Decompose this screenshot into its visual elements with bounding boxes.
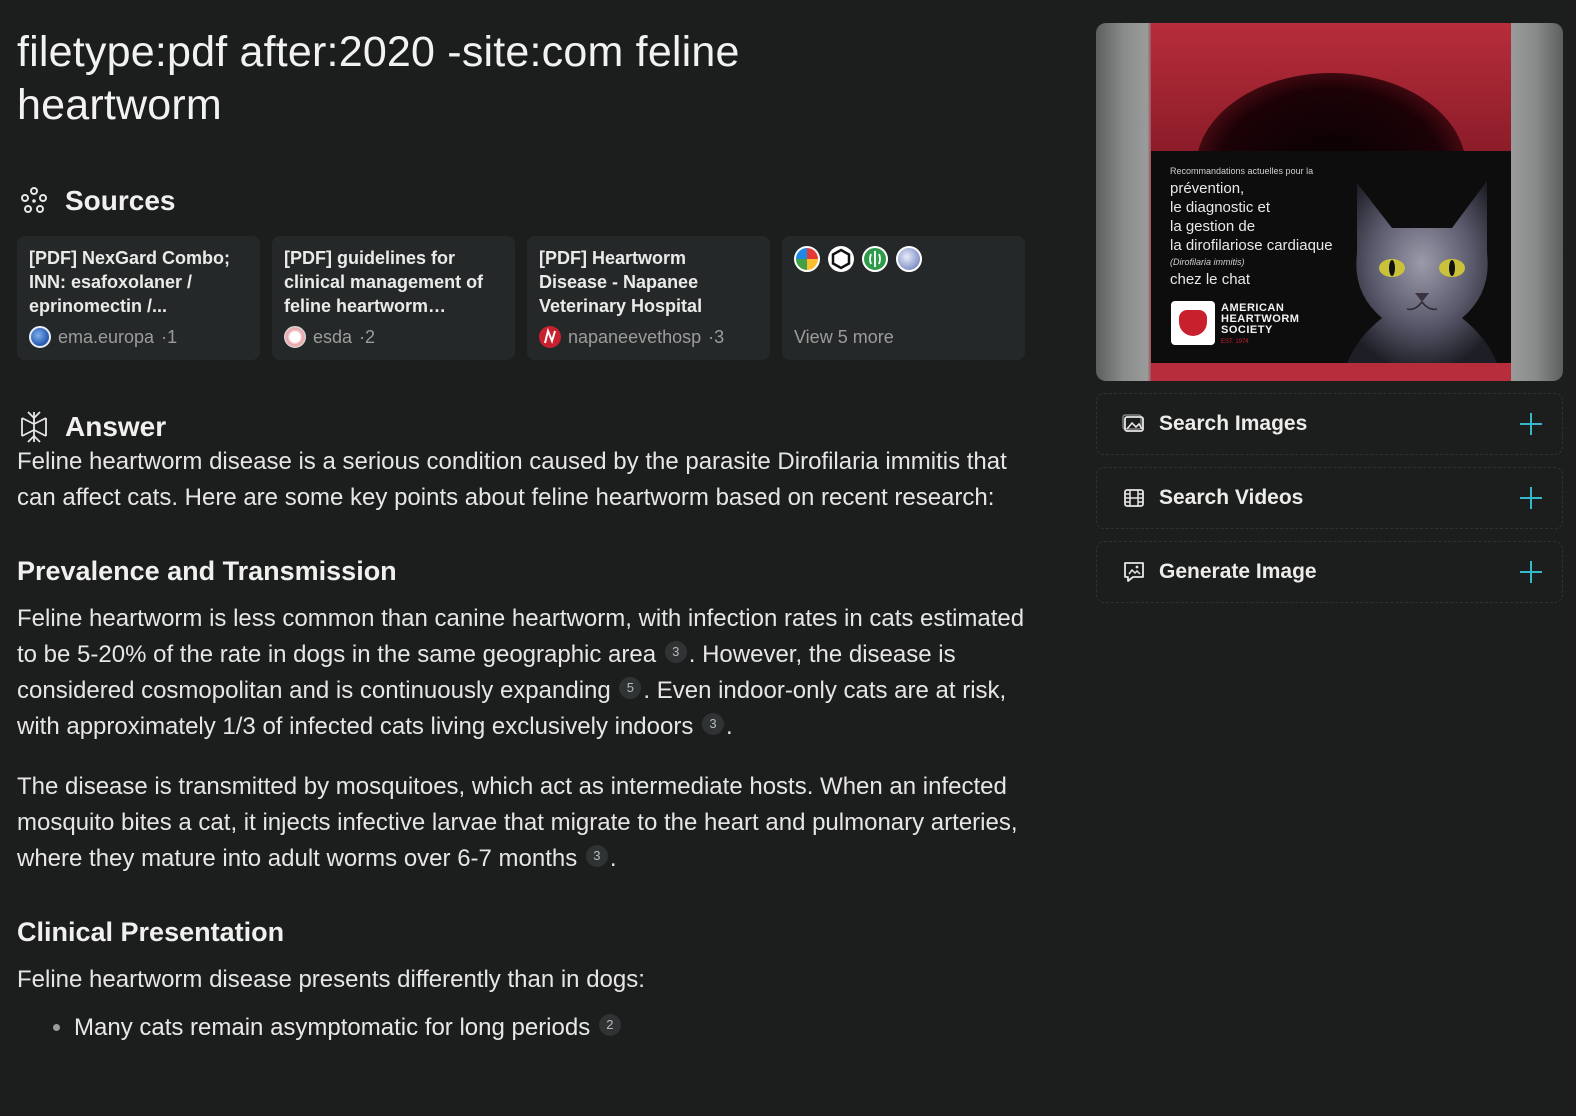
esda-favicon-icon	[284, 326, 306, 348]
globe-favicon-icon	[896, 246, 922, 272]
aha-est: EST. 1974	[1221, 339, 1249, 345]
poster-latin: (Dirofilaria immitis)	[1170, 257, 1245, 267]
sources-header: Sources	[17, 184, 1027, 218]
sidebar: Recommandations actuelles pour la préven…	[1096, 23, 1563, 603]
aha-wordmark: AMERICAN HEARTWORM SOCIETY	[1221, 303, 1299, 336]
source-index: 1	[167, 326, 178, 347]
hero-image[interactable]: Recommandations actuelles pour la préven…	[1096, 23, 1563, 381]
poster-line: prévention,	[1170, 180, 1245, 197]
generate-image-icon	[1121, 559, 1147, 585]
prevalence-paragraph-2: The disease is transmitted by mosquitoes…	[17, 769, 1027, 877]
generate-image-button[interactable]: Generate Image	[1096, 541, 1563, 603]
source-card-2[interactable]: [PDF] guidelines for clinical management…	[272, 236, 515, 360]
aha-line: SOCIETY	[1221, 324, 1273, 336]
answer-icon	[17, 410, 51, 444]
poster-image: Recommandations actuelles pour la préven…	[1151, 23, 1511, 381]
clinical-list: Many cats remain asymptomatic for long p…	[17, 1010, 1027, 1046]
more-sources-favicons	[794, 246, 1013, 272]
source-domain: esda	[313, 326, 353, 347]
clinical-intro: Feline heartworm disease presents differ…	[17, 966, 645, 993]
view-more-link[interactable]: View 5 more	[794, 327, 894, 348]
source-title: [PDF] Heartworm Disease - Napanee Veteri…	[539, 248, 703, 316]
poster-line: la dirofilariose cardiaque	[1170, 237, 1333, 254]
colorful-favicon-icon	[794, 246, 820, 272]
sources-icon	[17, 184, 51, 218]
image-icon	[1121, 411, 1147, 437]
view-more-sources-card[interactable]: View 5 more	[782, 236, 1025, 360]
main-column: filetype:pdf after:2020 -site:com feline…	[17, 0, 1027, 1046]
source-index: 2	[365, 326, 376, 347]
generate-image-label: Generate Image	[1159, 560, 1317, 583]
source-meta: esda · 2	[284, 326, 375, 348]
plus-icon[interactable]	[1520, 561, 1542, 583]
poster-kicker: Recommandations actuelles pour la	[1170, 166, 1314, 176]
source-meta: ema.europa · 1	[29, 326, 177, 348]
source-title: [PDF] NexGard Combo; INN: esafoxolaner /…	[29, 248, 231, 316]
poster-bottom-band	[1151, 363, 1511, 381]
hexagon-favicon-icon	[828, 246, 854, 272]
text-segment: .	[726, 713, 733, 740]
cat-illustration	[1347, 181, 1497, 363]
citation-badge[interactable]: 2	[598, 1014, 621, 1036]
clinical-heading: Clinical Presentation	[17, 917, 285, 947]
text-segment: The disease is transmitted by mosquitoes…	[17, 773, 1018, 872]
text-segment: .	[609, 845, 617, 872]
prevalence-heading: Prevalence and Transmission	[17, 556, 397, 586]
search-videos-button[interactable]: Search Videos	[1096, 467, 1563, 529]
poster-line: chez le chat	[1170, 271, 1251, 288]
answer-header: Answer	[17, 410, 1027, 444]
source-card-3[interactable]: [PDF] Heartworm Disease - Napanee Veteri…	[527, 236, 770, 360]
green-leaf-favicon-icon	[862, 246, 888, 272]
poster-line: la gestion de	[1170, 218, 1256, 235]
answer-label: Answer	[65, 411, 167, 442]
plus-icon[interactable]	[1520, 413, 1542, 435]
napanee-favicon-icon	[539, 326, 561, 348]
sources-list: [PDF] NexGard Combo; INN: esafoxolaner /…	[17, 236, 1027, 360]
poster-line: le diagnostic et	[1170, 199, 1271, 216]
source-meta: napaneevethosp · 3	[539, 326, 724, 348]
aha-logo-icon	[1171, 301, 1215, 345]
sources-label: Sources	[65, 185, 176, 216]
source-domain: napaneevethosp	[568, 326, 702, 347]
citation-badge[interactable]: 3	[664, 641, 687, 663]
source-domain: ema.europa	[58, 326, 155, 347]
prevalence-paragraph-1: Feline heartworm is less common than can…	[17, 601, 1027, 745]
source-title: [PDF] guidelines for clinical management…	[284, 248, 484, 316]
citation-badge[interactable]: 5	[619, 677, 642, 699]
answer-intro: Feline heartworm disease is a serious co…	[17, 448, 1007, 511]
search-videos-label: Search Videos	[1159, 486, 1304, 509]
film-icon	[1121, 485, 1147, 511]
ema-favicon-icon	[29, 326, 51, 348]
search-images-label: Search Images	[1159, 412, 1308, 435]
list-item: Many cats remain asymptomatic for long p…	[74, 1010, 1027, 1046]
plus-icon[interactable]	[1520, 487, 1542, 509]
source-index: 3	[714, 326, 725, 347]
search-images-button[interactable]: Search Images	[1096, 393, 1563, 455]
text-segment: Many cats remain asymptomatic for long p…	[74, 1014, 591, 1041]
source-card-1[interactable]: [PDF] NexGard Combo; INN: esafoxolaner /…	[17, 236, 260, 360]
search-query-title: filetype:pdf after:2020 -site:com feline…	[17, 28, 740, 129]
citation-badge[interactable]: 3	[585, 845, 608, 867]
citation-badge[interactable]: 3	[702, 713, 724, 735]
